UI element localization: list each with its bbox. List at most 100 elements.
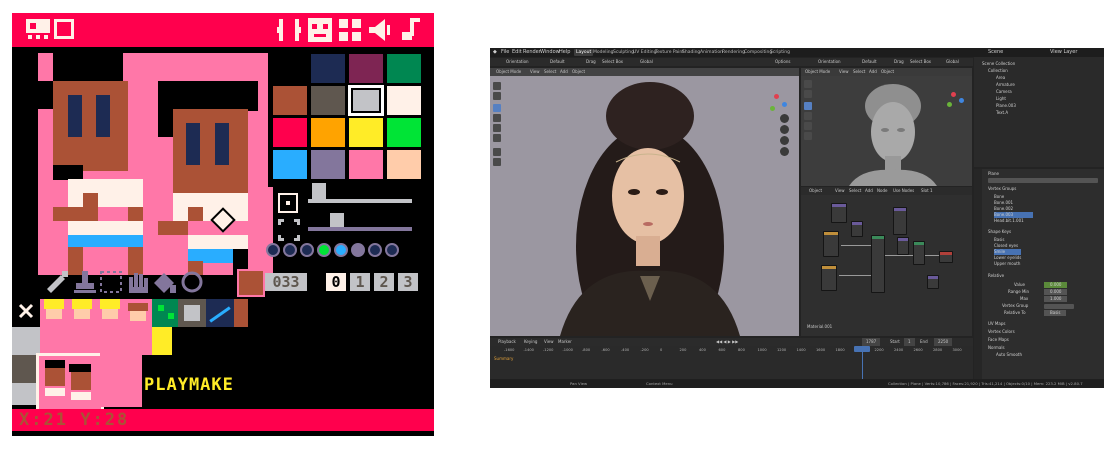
sprite-editor-icon[interactable] (26, 19, 50, 41)
summary-row[interactable]: Summary (494, 356, 513, 362)
menu-select[interactable]: Select (544, 68, 556, 76)
palette-swatch[interactable] (349, 54, 383, 83)
playback-controls-icon[interactable]: ◀◀ ◀ ▶ ▶▶ (716, 338, 738, 346)
sculpt-gizmo-z-icon[interactable] (959, 98, 964, 103)
gizmo-y-icon[interactable] (770, 106, 775, 111)
sfx-editor-icon[interactable] (369, 19, 391, 41)
transform-tool-icon[interactable] (493, 134, 501, 142)
properties-tabs[interactable] (974, 169, 982, 379)
sprite-editor-icon[interactable] (308, 18, 332, 42)
menu-object[interactable]: Object (572, 68, 585, 76)
cursor-tool-icon[interactable] (493, 92, 501, 100)
node-object-selector[interactable]: Object (809, 187, 822, 195)
section-face-maps[interactable]: Face Maps (988, 337, 1009, 343)
vertex-group-field[interactable] (1044, 304, 1074, 309)
tab-modeling[interactable]: Modeling (593, 49, 613, 56)
menu-keying[interactable]: Keying (524, 338, 537, 346)
value-field[interactable]: 0.000 (1044, 282, 1068, 288)
shape-icon[interactable] (181, 271, 203, 293)
vertex-group-item[interactable]: Head.bit.1.001 (994, 218, 1024, 224)
sculpt-menu-add[interactable]: Add (869, 68, 877, 76)
default-selector-2[interactable]: Default (862, 58, 877, 66)
sculpt-gizmo-y-icon[interactable] (947, 102, 952, 107)
tab-scripting[interactable]: Scripting (770, 49, 790, 56)
camera-view-icon[interactable] (780, 136, 789, 145)
blender-logo-icon[interactable]: ◆ (493, 49, 497, 56)
palette-swatch[interactable] (311, 118, 345, 147)
section-uv-maps[interactable]: UV Maps (988, 321, 1005, 327)
outliner-row[interactable]: Scene Collection (982, 61, 1015, 67)
gizmo-z-icon[interactable] (782, 102, 787, 107)
menu-render[interactable]: Render (523, 49, 541, 56)
sheet-tab-3[interactable]: 3 (398, 273, 418, 291)
stamp-icon[interactable] (74, 271, 96, 293)
object-name-field[interactable] (988, 178, 1098, 183)
outliner-row[interactable]: Collection (988, 68, 1008, 74)
tab-shading[interactable]: Shading (682, 49, 700, 56)
palette-swatch[interactable] (311, 86, 345, 115)
sculpt-mode-selector[interactable]: Object Mode (805, 68, 830, 76)
outliner-row[interactable]: Light (996, 96, 1006, 102)
music-editor-icon[interactable] (398, 18, 420, 42)
outliner-row[interactable]: Camera (996, 89, 1012, 95)
3d-viewport[interactable]: Object Mode View Select Add Object (490, 68, 799, 336)
properties-panel[interactable]: Plane Vertex Groups Bone Bone.001 Bone.0… (974, 169, 1104, 379)
tab-rendering[interactable]: Rendering (722, 49, 745, 56)
drag-label[interactable]: Drag (586, 58, 596, 66)
global-selector-2[interactable]: Global (946, 58, 959, 66)
zoom-knob[interactable] (330, 213, 344, 227)
default-selector[interactable]: Default (550, 58, 565, 66)
palette-swatch[interactable] (349, 118, 383, 147)
map-editor-icon[interactable] (54, 19, 74, 39)
use-nodes-toggle[interactable]: Use Nodes (893, 187, 914, 195)
ortho-view-icon[interactable] (780, 147, 789, 156)
orientation-label-2[interactable]: Orientation (818, 58, 841, 66)
pan-icon[interactable] (127, 271, 149, 293)
sculpt-cursor-tool-icon[interactable] (804, 90, 812, 98)
section-shape-keys[interactable]: Shape Keys (988, 229, 1011, 235)
brush-size-knob[interactable] (312, 183, 326, 199)
node-menu-view[interactable]: View (835, 187, 845, 195)
sprite-flag-5[interactable] (351, 243, 365, 257)
current-frame-field[interactable]: 1787 (862, 338, 881, 346)
pan-view-icon[interactable] (780, 125, 789, 134)
global-selector[interactable]: Global (640, 58, 653, 66)
tab-animation[interactable]: Animation (700, 49, 723, 56)
tab-sculpting[interactable]: Sculpting (613, 49, 634, 56)
sheet-tab-1[interactable]: 1 (350, 273, 370, 291)
select-box-selector[interactable]: Select Box (602, 58, 623, 66)
select-tool-icon[interactable] (493, 82, 501, 90)
select-icon[interactable] (100, 271, 122, 293)
drag-label-2[interactable]: Drag (894, 58, 904, 66)
color-palette[interactable] (268, 49, 428, 187)
sculpt-move-tool-icon[interactable] (804, 102, 812, 110)
scale-tool-icon[interactable] (493, 124, 501, 132)
sprite-canvas[interactable] (38, 53, 273, 275)
sculpt-menu-select[interactable]: Select (853, 68, 865, 76)
palette-swatch[interactable] (387, 150, 421, 179)
gizmo-x-icon[interactable] (774, 94, 779, 99)
menu-add[interactable]: Add (560, 68, 568, 76)
sculpt-gizmo-x-icon[interactable] (951, 92, 956, 97)
relative-to-field[interactable]: Basis (1044, 310, 1067, 316)
shape-key-item[interactable]: Upper mouth (994, 261, 1020, 267)
relative-checkbox[interactable]: Relative (988, 273, 1004, 279)
sculpt-menu-object[interactable]: Object (881, 68, 894, 76)
outliner-row[interactable]: Area (996, 75, 1005, 81)
palette-swatch[interactable] (387, 118, 421, 147)
menu-view[interactable]: View (530, 68, 540, 76)
palette-swatch[interactable] (273, 118, 307, 147)
scene-selector[interactable]: Scene (988, 49, 1003, 56)
sprite-flag-4[interactable] (334, 243, 348, 257)
palette-swatch[interactable] (273, 150, 307, 179)
view-layer-selector[interactable]: View Layer (1050, 49, 1077, 56)
sheet-tab-0[interactable]: 0 (326, 273, 346, 291)
brush-size-slider[interactable] (308, 199, 412, 203)
menu-playback[interactable]: Playback (498, 338, 516, 346)
node-menu-select[interactable]: Select (849, 187, 861, 195)
options-menu[interactable]: Options (775, 58, 790, 66)
sprite-flag-2[interactable] (300, 243, 314, 257)
sprite-flag-3[interactable] (317, 243, 331, 257)
sculpt-transform-tool-icon[interactable] (804, 132, 812, 140)
node-menu-add[interactable]: Add (865, 187, 873, 195)
